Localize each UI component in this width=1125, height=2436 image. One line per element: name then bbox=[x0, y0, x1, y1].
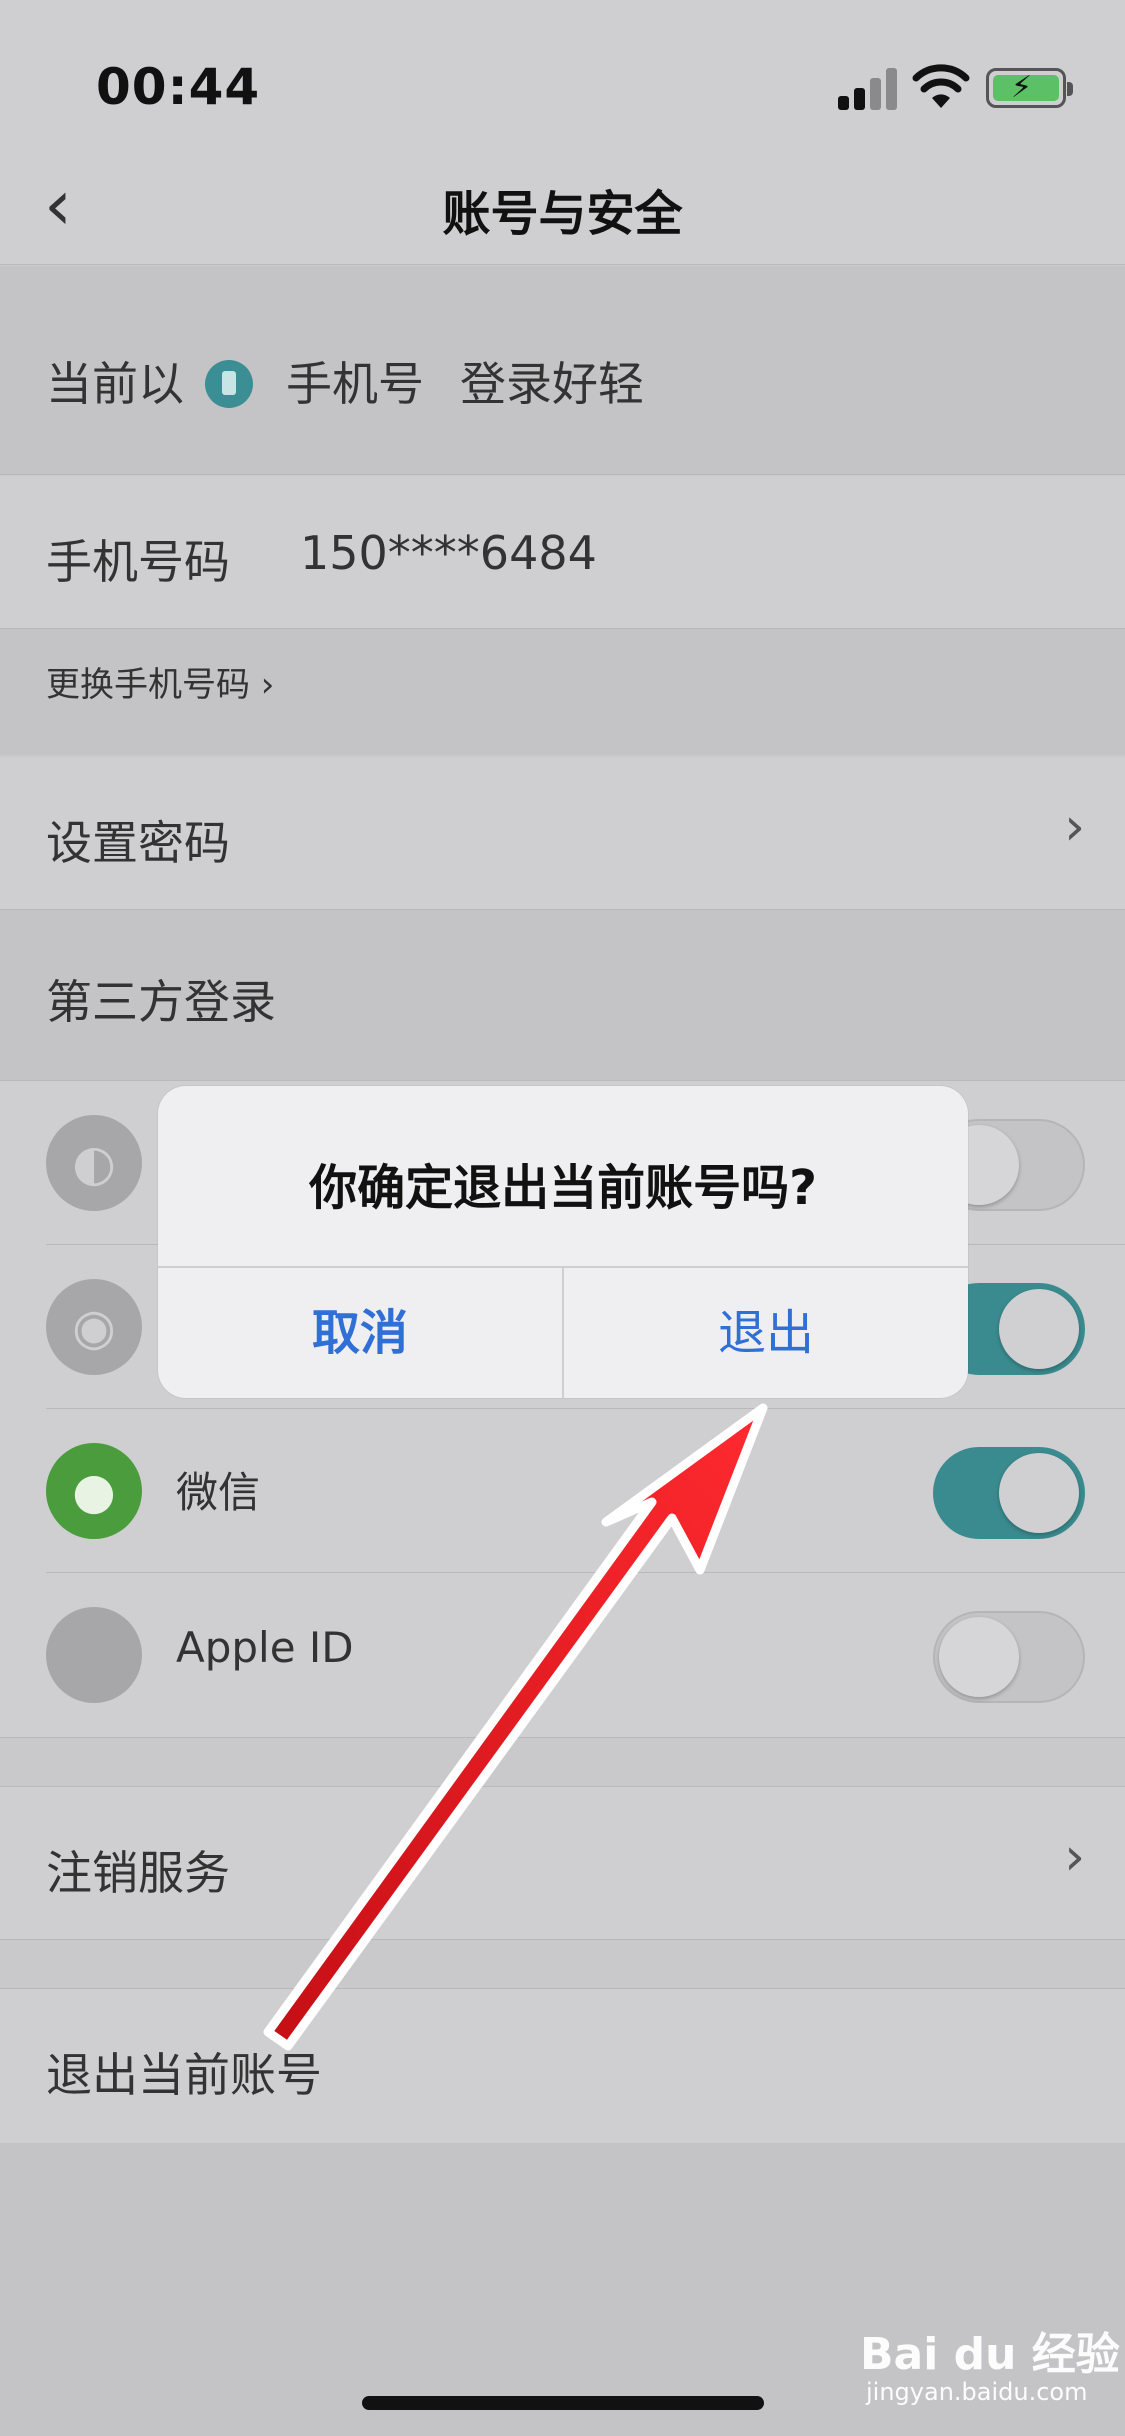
dialog-cancel-button[interactable]: 取消 bbox=[158, 1268, 562, 1398]
dialog-confirm-logout-button[interactable]: 退出 bbox=[564, 1268, 968, 1398]
weibo-icon: ◉ bbox=[46, 1279, 142, 1375]
logout-row[interactable]: 退出当前账号 bbox=[0, 1988, 1125, 2144]
phone-number-label: 手机号码 bbox=[46, 535, 230, 589]
status-bar: 00:44 ⚡ bbox=[0, 0, 1125, 150]
change-phone-section: 更换手机号码 › bbox=[0, 629, 1125, 755]
logout-confirm-dialog: 你确定退出当前账号吗? 取消 退出 bbox=[158, 1086, 968, 1398]
phone-number-value: 150****6484 bbox=[300, 526, 597, 580]
cancel-service-row[interactable]: 注销服务 › bbox=[0, 1786, 1125, 1940]
watermark-brand: Bai du 经验 bbox=[860, 2329, 1120, 2380]
wifi-icon bbox=[912, 64, 970, 108]
set-password-label: 设置密码 bbox=[46, 816, 230, 870]
set-password-row[interactable]: 设置密码 › bbox=[0, 757, 1125, 910]
baidu-jingyan-watermark: Bai du 经验 jingyan.baidu.com bbox=[860, 2318, 1120, 2406]
dialog-message: 你确定退出当前账号吗? bbox=[309, 1160, 817, 1216]
change-phone-label: 更换手机号码 bbox=[46, 665, 250, 705]
apple-id-account-item: Apple ID bbox=[0, 1573, 1125, 1737]
qq-icon: ◐ bbox=[46, 1115, 142, 1211]
social-name: Apple ID bbox=[176, 1623, 354, 1672]
wechat-icon: ● bbox=[46, 1443, 142, 1539]
login-method-prefix: 当前以 bbox=[46, 357, 184, 411]
apple-id-toggle[interactable] bbox=[933, 1611, 1085, 1703]
chevron-right-icon: › bbox=[250, 665, 275, 705]
third-party-login-header: 第三方登录 bbox=[0, 910, 1125, 1081]
watermark-site: jingyan.baidu.com bbox=[866, 2378, 1088, 2406]
wechat-account-item: ● 微信 bbox=[0, 1409, 1125, 1573]
current-login-method: 当前以 手机号 登录好轻 bbox=[0, 266, 1125, 475]
chevron-right-icon: › bbox=[1064, 1827, 1085, 1887]
navigation-bar: ‹ 账号与安全 bbox=[0, 150, 1125, 265]
page-title: 账号与安全 bbox=[442, 186, 683, 242]
logout-label: 退出当前账号 bbox=[46, 2048, 322, 2102]
phone-number-row: 手机号码 150****6484 bbox=[0, 476, 1125, 629]
cellular-signal-icon bbox=[838, 66, 900, 110]
phone-login-icon bbox=[205, 360, 253, 408]
login-method-suffix: 登录好轻 bbox=[460, 357, 644, 411]
status-time: 00:44 bbox=[96, 58, 261, 116]
home-indicator[interactable] bbox=[362, 2396, 764, 2410]
battery-icon: ⚡ bbox=[986, 68, 1073, 108]
login-method-name: 手机号 bbox=[286, 357, 424, 411]
chevron-right-icon: › bbox=[1064, 797, 1085, 857]
apple-icon bbox=[46, 1607, 142, 1703]
social-name: 微信 bbox=[176, 1468, 261, 1517]
change-phone-link[interactable]: 更换手机号码 › bbox=[46, 657, 274, 706]
third-party-login-label: 第三方登录 bbox=[46, 975, 276, 1029]
cancel-service-label: 注销服务 bbox=[46, 1846, 230, 1900]
wechat-toggle[interactable] bbox=[933, 1447, 1085, 1539]
